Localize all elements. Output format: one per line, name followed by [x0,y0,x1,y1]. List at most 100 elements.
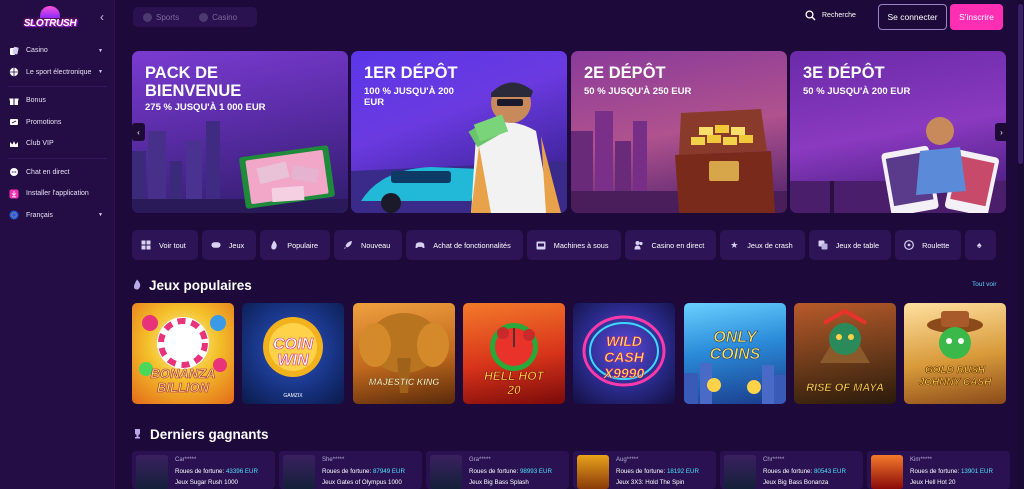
divider [8,86,107,87]
game-tile[interactable]: WILD CASH X9990 [573,303,675,404]
trophy-icon [132,428,143,442]
promo-banner-first-deposit[interactable]: 1ER DÉPÔT 100 % JUSQU'À 200 EUR [351,51,567,213]
winner-game: Jeux Gates of Olympus 1000 [322,479,402,486]
category-label: Achat de fonctionnalités [433,240,511,250]
category-new[interactable]: Nouveau [334,230,403,260]
promo-banner-third-deposit[interactable]: 3E DÉPÔT 50 % JUSQU'À 200 EUR [790,51,1006,213]
category-label: Casino en direct [651,240,705,250]
sidebar-item-language[interactable]: Français ▼ [0,205,115,227]
ball-icon [9,67,19,77]
category-popular[interactable]: Populaire [260,230,331,260]
winner-amount-line: Roues de fortune: 87949 EUR [322,468,405,475]
win-label: Roues de fortune: [763,468,813,475]
casino-chips-icon [199,12,209,22]
game-thumbnail [136,455,168,489]
winner-card[interactable]: She***** Roues de fortune: 87949 EUR Jeu… [279,451,422,489]
spade-icon: ♠ [976,240,982,250]
category-roulette[interactable]: Roulette [895,230,962,260]
category-crash-games[interactable]: ★ Jeux de crash [720,230,805,260]
search-button[interactable]: Recherche [805,10,856,21]
banner-subtitle: 100 % JUSQU'À 200 EUR [364,86,454,108]
win-amount: 43396 EUR [225,468,258,475]
site-logo[interactable]: SLOTRUSH [20,6,80,36]
winner-username: Chr***** [763,457,785,463]
category-all[interactable]: Voir tout [132,230,198,260]
page-scrollbar[interactable] [1017,0,1024,489]
category-live-casino[interactable]: Casino en direct [624,230,717,260]
promo-banner-welcome[interactable]: PACK DE BIENVENUE 275 % JUSQU'À 1 000 EU… [132,51,348,213]
game-tile[interactable]: ONLY COINS [684,303,786,404]
game-title: ONLY COINS [709,329,761,364]
win-label: Roues de fortune: [469,468,519,475]
grid-icon [141,240,151,250]
divider [8,157,107,159]
winner-username: Gra***** [469,457,491,463]
see-all-link[interactable]: Tout voir [972,281,997,288]
star-icon: ★ [730,239,739,250]
category-label: Jeux de crash [747,240,793,250]
category-games[interactable]: Jeux [201,230,257,260]
search-icon [805,10,816,21]
section-title: Jeux populaires [149,278,252,293]
category-slots[interactable]: Machines à sous [526,230,621,260]
game-title: WILD CASH X9990 [603,333,645,382]
login-button[interactable]: Se connecter [878,4,947,30]
category-label: Voir tout [159,240,186,250]
tab-casino[interactable]: Casino [189,12,247,22]
banner-title: 2E DÉPÔT [584,64,666,82]
sidebar-item-label: Installer l'application [26,190,89,198]
game-thumbnail [430,455,462,489]
winner-username: Aug***** [616,457,639,463]
win-amount: 18192 EUR [666,468,699,475]
city-skyline-image [132,121,348,213]
chevron-down-icon: ▼ [98,212,103,219]
collapse-sidebar-icon[interactable]: ‹ [100,10,104,24]
game-title: GOLD RUSH JOHNNY CASH [918,365,992,389]
sidebar-item-bonus[interactable]: Bonus [0,90,115,112]
scrollbar-thumb[interactable] [1018,4,1023,164]
game-title: COIN WIN [273,336,314,369]
sidebar-item-club-vip[interactable]: Club VIP [0,133,115,155]
carousel-prev-button[interactable]: ‹ [132,123,145,141]
sidebar-item-casino[interactable]: Casino ▼ [0,40,115,62]
category-label: Jeux de table [835,240,880,250]
category-feature-buy[interactable]: Achat de fonctionnalités [406,230,523,260]
sidebar-item-promotions[interactable]: Promotions [0,112,115,134]
win-amount: 80543 EUR [813,468,846,475]
category-label: Roulette [922,240,950,250]
sidebar-item-label: Casino [26,47,48,55]
sidebar-item-install-app[interactable]: Installer l'application [0,183,115,205]
promo-banner-second-deposit[interactable]: 2E DÉPÔT 50 % JUSQU'À 250 EUR [571,51,787,213]
category-label: Jeux [228,240,245,250]
winner-card[interactable]: Car***** Roues de fortune: 43396 EUR Jeu… [132,451,275,489]
win-label: Roues de fortune: [616,468,666,475]
game-tile[interactable]: BONANZA BILLION [132,303,234,404]
winner-card[interactable]: Kim***** Roues de fortune: 13901 EUR Jeu… [867,451,1010,489]
signup-button[interactable]: S'inscrire [950,4,1003,30]
logo-text: SLOTRUSH [23,18,77,29]
game-tile[interactable]: HELL HOT 20 [463,303,565,404]
tab-sports[interactable]: Sports [133,12,189,22]
chevron-down-icon: ▼ [98,47,103,54]
game-tile[interactable]: COIN WIN GAMZIX [242,303,344,404]
sidebar-item-esports[interactable]: Le sport électronique ▼ [0,62,115,84]
winner-amount-line: Roues de fortune: 18192 EUR [616,468,699,475]
sidebar-item-live-chat[interactable]: Chat en direct [0,162,115,184]
sidebar-nav: Casino ▼ Le sport électronique ▼ Bonus P… [0,40,115,226]
category-table-games[interactable]: Jeux de table [808,230,892,260]
winner-card[interactable]: Gra***** Roues de fortune: 98993 EUR Jeu… [426,451,569,489]
popular-games-grid: BONANZA BILLION COIN WIN GAMZIX MAJESTIC… [132,303,1008,405]
game-tile[interactable]: MAJESTIC KING [353,303,455,404]
section-switcher: Sports Casino [133,7,257,27]
search-label: Recherche [822,12,856,19]
category-more[interactable]: ♠ [965,230,997,260]
winner-card[interactable]: Aug***** Roues de fortune: 18192 EUR Jeu… [573,451,716,489]
popular-games-heading: Jeux populaires [132,278,252,293]
top-bar: Sports Casino Recherche Se connecter S'i… [115,0,1024,36]
game-tile[interactable]: RISE OF MAYA [794,303,896,404]
winner-game: Jeux Big Bass Bonanza [763,479,829,486]
carousel-next-button[interactable]: › [995,123,1008,141]
winner-game: Jeux Sugar Rush 1000 [175,479,238,486]
game-tile[interactable]: GOLD RUSH JOHNNY CASH [904,303,1006,404]
winner-card[interactable]: Chr***** Roues de fortune: 80543 EUR Jeu… [720,451,863,489]
